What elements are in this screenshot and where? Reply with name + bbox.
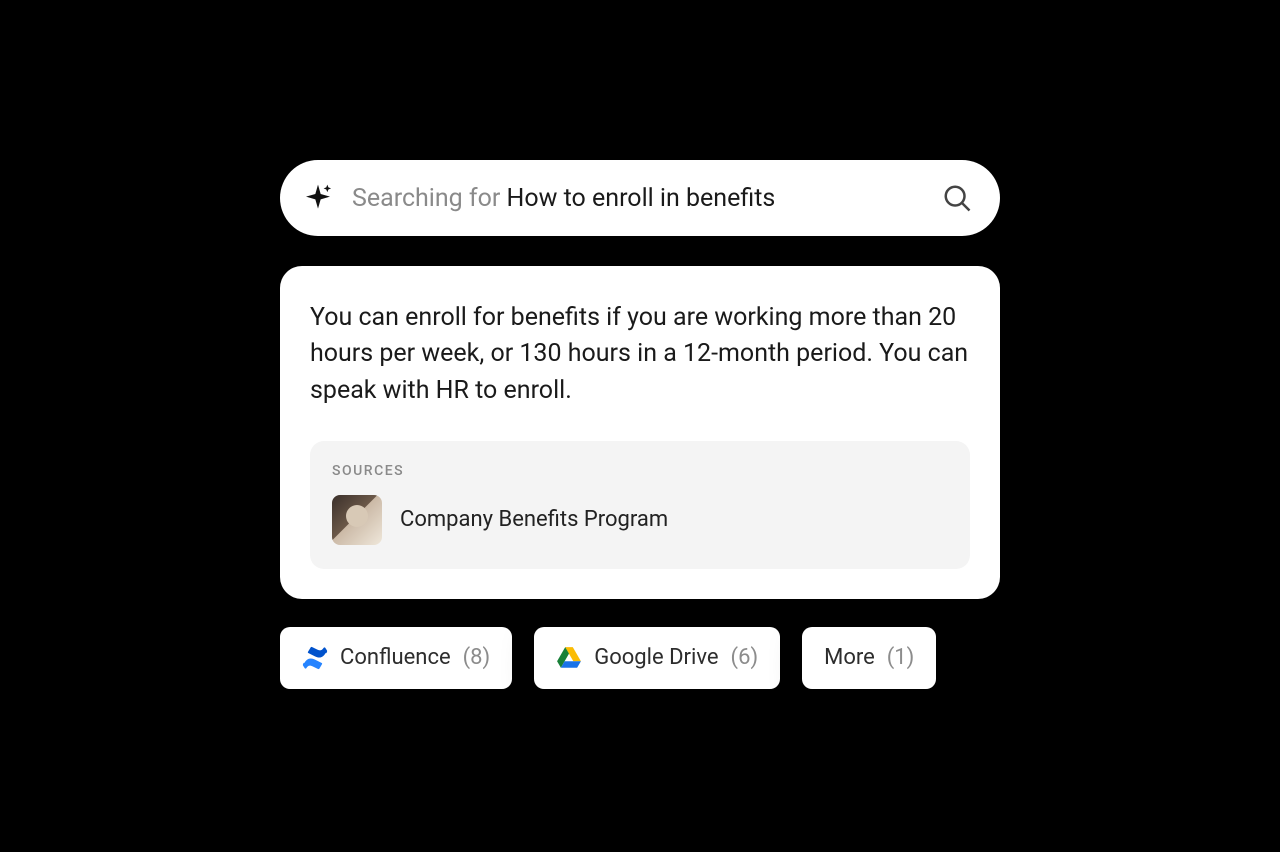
chip-label: More <box>824 645 875 670</box>
source-title: Company Benefits Program <box>400 507 668 532</box>
search-prefix: Searching for <box>352 184 507 213</box>
chip-label: Confluence <box>340 645 451 670</box>
chip-confluence[interactable]: Confluence (8) <box>280 627 512 689</box>
chip-count: (8) <box>463 645 491 670</box>
search-text: Searching for How to enroll in benefits <box>352 184 942 213</box>
confluence-icon <box>302 645 328 671</box>
sparkle-icon <box>302 182 334 214</box>
chip-more[interactable]: More (1) <box>802 627 936 689</box>
chip-count: (6) <box>731 645 759 670</box>
source-chip-row: Confluence (8) Google Drive (6) More (1) <box>280 627 1000 689</box>
answer-text: You can enroll for benefits if you are w… <box>310 300 970 409</box>
chip-google-drive[interactable]: Google Drive (6) <box>534 627 780 689</box>
chip-label: Google Drive <box>594 645 718 670</box>
chip-count: (1) <box>887 645 915 670</box>
source-thumbnail <box>332 495 382 545</box>
answer-card: You can enroll for benefits if you are w… <box>280 266 1000 599</box>
search-icon[interactable] <box>942 183 972 213</box>
source-item[interactable]: Company Benefits Program <box>332 495 948 545</box>
sources-heading: SOURCES <box>332 463 948 479</box>
google-drive-icon <box>556 645 582 671</box>
sources-box: SOURCES Company Benefits Program <box>310 441 970 569</box>
search-query: How to enroll in benefits <box>507 184 776 213</box>
search-bar[interactable]: Searching for How to enroll in benefits <box>280 160 1000 236</box>
